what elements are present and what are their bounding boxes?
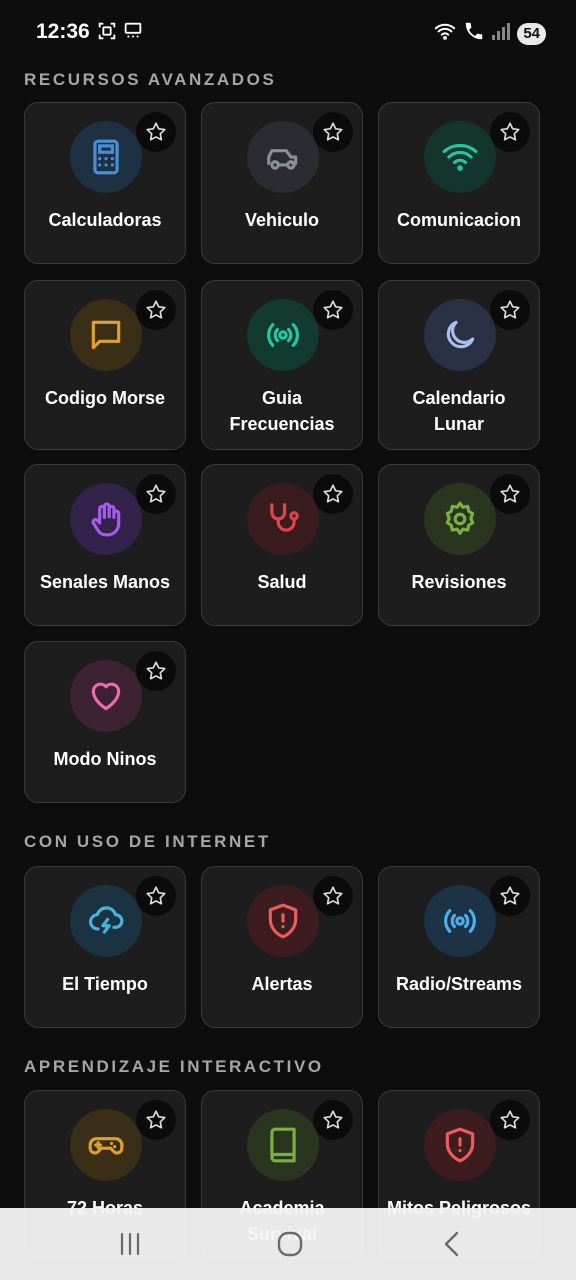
wifi-icon <box>424 121 496 193</box>
message-icon <box>70 299 142 371</box>
favorite-star-icon[interactable] <box>490 290 530 330</box>
card-revisiones[interactable]: Revisiones <box>378 464 540 626</box>
card-salud[interactable]: Salud <box>201 464 363 626</box>
card-label: Calendario Lunar <box>412 388 506 434</box>
device-icon <box>122 20 144 47</box>
favorite-star-icon[interactable] <box>136 1100 176 1140</box>
card-label: Revisiones <box>411 572 507 592</box>
favorite-star-icon[interactable] <box>490 474 530 514</box>
shield-alert-icon <box>247 885 319 957</box>
favorite-star-icon[interactable] <box>136 651 176 691</box>
back-icon[interactable] <box>432 1228 472 1260</box>
stethoscope-icon <box>247 483 319 555</box>
favorite-star-icon[interactable] <box>136 112 176 152</box>
card-calculadoras[interactable]: Calculadoras <box>24 102 186 264</box>
heart-icon <box>70 660 142 732</box>
favorite-star-icon[interactable] <box>136 474 176 514</box>
card-label: El Tiempo <box>62 974 148 994</box>
favorite-star-icon[interactable] <box>136 290 176 330</box>
favorite-star-icon[interactable] <box>136 876 176 916</box>
card-senales-manos[interactable]: Senales Manos <box>24 464 186 626</box>
card-label: Senales Manos <box>39 572 171 592</box>
moon-icon <box>424 299 496 371</box>
section-title-recursos: RECURSOS AVANZADOS <box>24 70 277 89</box>
storm-cloud-icon <box>70 885 142 957</box>
card-label: Calculadoras <box>48 210 162 230</box>
recent-apps-icon[interactable] <box>110 1228 150 1260</box>
card-vehiculo[interactable]: Vehiculo <box>201 102 363 264</box>
card-label: Radio/Streams <box>395 974 523 994</box>
section-title-internet: CON USO DE INTERNET <box>24 832 271 851</box>
wifi-status-icon <box>433 20 457 47</box>
favorite-star-icon[interactable] <box>313 112 353 152</box>
card-el-tiempo[interactable]: El Tiempo <box>24 866 186 1028</box>
call-icon <box>463 20 485 47</box>
battery-badge: 54 <box>517 22 546 45</box>
favorite-star-icon[interactable] <box>313 290 353 330</box>
favorite-star-icon[interactable] <box>490 112 530 152</box>
gear-icon <box>424 483 496 555</box>
status-left-icons <box>96 20 144 47</box>
status-right: 54 <box>433 20 546 47</box>
shield-alert-icon <box>424 1109 496 1181</box>
book-icon <box>247 1109 319 1181</box>
card-alertas[interactable]: Alertas <box>201 866 363 1028</box>
card-label: Codigo Morse <box>45 388 165 408</box>
favorite-star-icon[interactable] <box>313 876 353 916</box>
favorite-star-icon[interactable] <box>313 474 353 514</box>
card-label: Vehiculo <box>244 210 320 230</box>
section-title-aprendizaje: APRENDIZAJE INTERACTIVO <box>24 1057 324 1076</box>
signal-icon <box>491 21 511 46</box>
car-icon <box>247 121 319 193</box>
status-bar: 12:36 54 <box>0 0 576 64</box>
card-label: Alertas <box>251 974 313 994</box>
favorite-star-icon[interactable] <box>313 1100 353 1140</box>
hand-icon <box>70 483 142 555</box>
card-label: Guia Frecuencias <box>229 388 335 434</box>
broadcast-icon <box>247 299 319 371</box>
radio-icon <box>424 885 496 957</box>
card-radio-streams[interactable]: Radio/Streams <box>378 866 540 1028</box>
calculator-icon <box>70 121 142 193</box>
card-modo-ninos[interactable]: Modo Ninos <box>24 641 186 803</box>
card-label: Modo Ninos <box>53 749 157 769</box>
favorite-star-icon[interactable] <box>490 1100 530 1140</box>
status-time: 12:36 <box>36 20 90 43</box>
gamepad-icon <box>70 1109 142 1181</box>
screenshot-icon <box>96 20 118 47</box>
card-label: Salud <box>257 572 307 592</box>
system-navigation-bar <box>0 1208 576 1280</box>
card-comunicacion[interactable]: Comunicacion <box>378 102 540 264</box>
home-icon[interactable] <box>270 1228 310 1260</box>
card-codigo-morse[interactable]: Codigo Morse <box>24 280 186 450</box>
favorite-star-icon[interactable] <box>490 876 530 916</box>
card-calendario-lunar[interactable]: Calendario Lunar <box>378 280 540 450</box>
card-guia-frecuencias[interactable]: Guia Frecuencias <box>201 280 363 450</box>
card-label: Comunicacion <box>396 210 521 230</box>
